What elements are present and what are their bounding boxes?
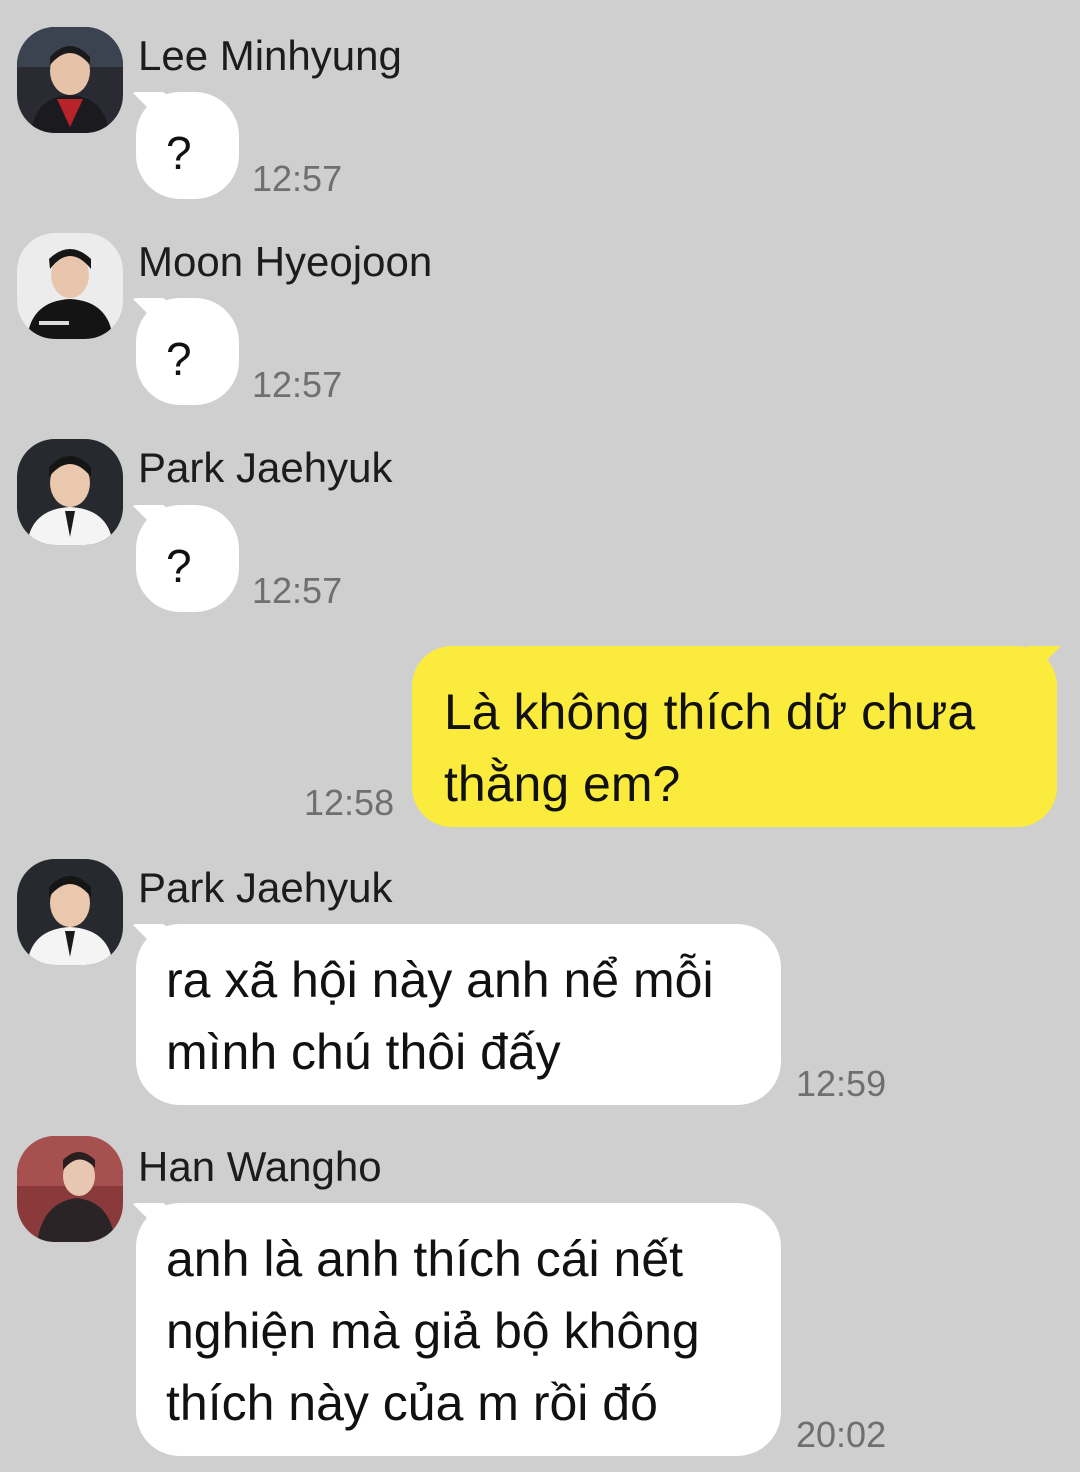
- sender-name: Moon Hyeojoon: [138, 238, 433, 285]
- avatar-park-jaehyuk[interactable]: [17, 439, 123, 545]
- message-bubble[interactable]: ?: [136, 298, 239, 405]
- sender-name: Park Jaehyuk: [138, 864, 393, 911]
- avatar-moon-hyeojoon[interactable]: [17, 233, 123, 339]
- profile-photo-icon: [17, 1136, 123, 1242]
- message-text: ?: [166, 127, 192, 179]
- profile-photo-icon: [17, 27, 123, 133]
- message-text: ?: [166, 333, 192, 385]
- sender-name: Lee Minhyung: [138, 32, 402, 79]
- message-time: 20:02: [796, 1414, 887, 1455]
- message-line: Là không thích dữ chưa: [444, 684, 976, 740]
- message-bubble[interactable]: ?: [136, 505, 239, 612]
- message-time: 12:57: [252, 158, 343, 199]
- sender-name: Han Wangho: [138, 1143, 382, 1190]
- message-line: ra xã hội này anh nể mỗi: [166, 952, 714, 1008]
- message-line: mình chú thôi đấy: [166, 1024, 561, 1080]
- message-time: 12:59: [796, 1063, 887, 1104]
- message-line: nghiện mà giả bộ không: [166, 1303, 700, 1359]
- sender-name: Park Jaehyuk: [138, 444, 393, 491]
- message-line: thằng em?: [444, 756, 681, 812]
- avatar-park-jaehyuk[interactable]: [17, 859, 123, 965]
- profile-photo-icon: [17, 439, 123, 545]
- message-time: 12:57: [252, 570, 343, 611]
- profile-photo-icon: [17, 233, 123, 339]
- avatar-lee-minhyung[interactable]: [17, 27, 123, 133]
- message-bubble[interactable]: anh là anh thích cái nết nghiện mà giả b…: [136, 1203, 781, 1456]
- message-time: 12:57: [252, 364, 343, 405]
- profile-photo-icon: [17, 859, 123, 965]
- message-line: anh là anh thích cái nết: [166, 1231, 684, 1287]
- message-time: 12:58: [304, 782, 395, 823]
- message-bubble[interactable]: ?: [136, 92, 239, 199]
- message-line: thích này của m rồi đó: [166, 1375, 658, 1431]
- outgoing-message-bubble[interactable]: Là không thích dữ chưa thằng em?: [412, 646, 1057, 827]
- message-bubble[interactable]: ra xã hội này anh nể mỗi mình chú thôi đ…: [136, 924, 781, 1105]
- message-text: ?: [166, 540, 192, 592]
- avatar-han-wangho[interactable]: [17, 1136, 123, 1242]
